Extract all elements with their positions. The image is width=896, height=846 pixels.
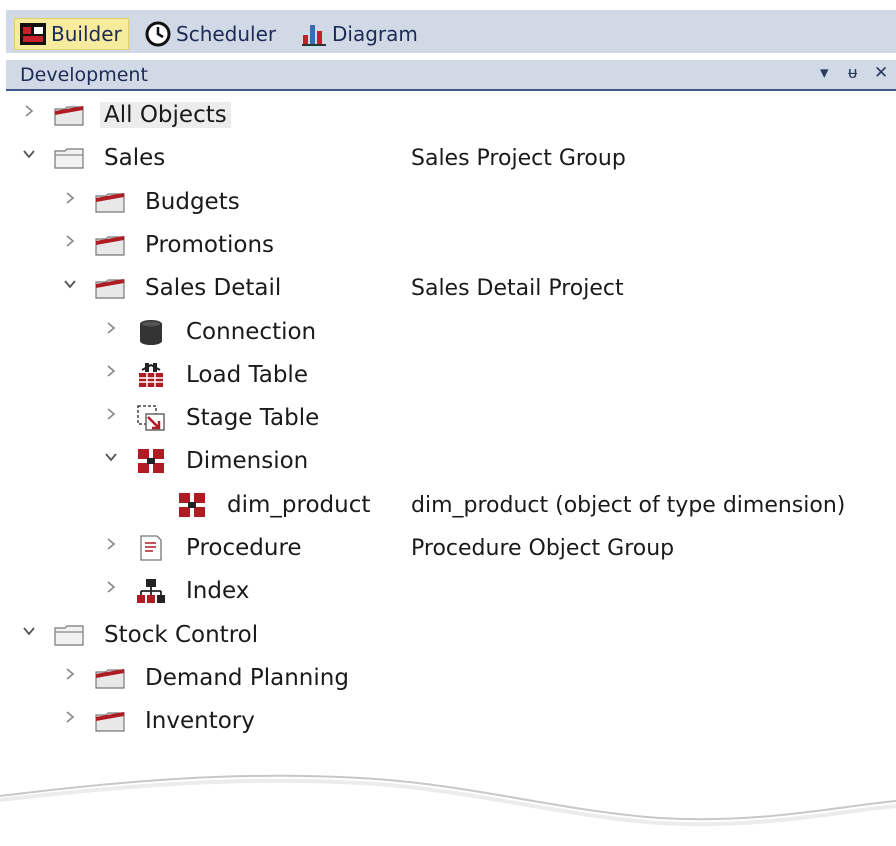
tree-row-inventory[interactable]: Inventory [6,701,896,741]
pin-icon[interactable]: ᵾ [848,63,857,83]
red-folder-icon [94,231,126,259]
chevron-right-icon[interactable] [22,104,36,118]
chevron-down-icon[interactable] [63,277,77,291]
load-table-icon [135,361,167,389]
red-folder-icon [94,664,126,692]
chevron-down-icon[interactable] [104,450,118,464]
chevron-down-icon[interactable] [22,624,36,638]
tree-item-label: Inventory [145,708,255,735]
chevron-right-icon[interactable] [63,191,77,205]
tree-item-label: Stock Control [104,621,259,648]
chevron-right-icon[interactable] [63,234,77,248]
tree-item-label: Index [186,578,250,605]
red-folder-icon [94,274,126,302]
tree-row-load-table[interactable]: Load Table [6,355,896,395]
tree-row-stage-table[interactable]: Stage Table [6,398,896,438]
tree-item-label: Dimension [186,448,309,475]
chevron-down-icon[interactable] [22,147,36,161]
tree-item-label: Budgets [145,188,240,215]
chevron-right-icon[interactable] [63,710,77,724]
procedure-icon [135,534,167,562]
tab-diagram[interactable]: Diagram [300,18,418,50]
chevron-right-icon[interactable] [104,321,118,335]
bar-chart-icon [300,21,328,47]
red-folder-icon [94,707,126,735]
tree-item-label: All Objects [100,102,231,128]
tree-row-demand-planning[interactable]: Demand Planning [6,658,896,698]
database-icon [135,318,167,346]
tab-label: Builder [51,22,122,46]
tree-item-description: Procedure Object Group [411,536,675,561]
tree-row-stock-control[interactable]: Stock Control [6,615,896,655]
tree-item-label: Connection [186,318,317,345]
chevron-right-icon[interactable] [104,364,118,378]
tree-row-dim-product[interactable]: dim_product dim_product (object of type d… [6,485,896,525]
chevron-right-icon[interactable] [104,537,118,551]
tree-item-description: dim_product (object of type dimension) [411,492,846,518]
tree-item-description: Sales Detail Project [411,276,624,302]
chevron-right-icon[interactable] [104,407,118,421]
tree-row-connection[interactable]: Connection [6,312,896,352]
tree-item-label: Load Table [186,361,308,388]
clock-icon [144,21,172,47]
object-tree: All Objects Sales Sales Project Group Budge… [6,92,896,792]
dimension-icon [176,491,208,519]
panel-header: Development ▾ ᵾ ✕ [6,60,896,91]
tree-item-label: Sales Detail [145,275,282,302]
tree-row-sales-detail[interactable]: Sales Detail Sales Detail Project [6,268,896,308]
tree-row-dimension[interactable]: Dimension [6,441,896,481]
stage-table-icon [135,404,167,432]
close-icon[interactable]: ✕ [874,63,888,83]
tree-row-budgets[interactable]: Budgets [6,182,896,222]
tree-row-sales[interactable]: Sales Sales Project Group [6,138,896,178]
tab-label: Scheduler [176,22,277,46]
tree-item-label: Stage Table [186,405,320,432]
red-folder-icon [94,188,126,216]
builder-icon [19,21,47,47]
tab-bar: Builder Scheduler Diagram [6,10,896,53]
tree-item-description: Sales Project Group [411,146,626,172]
tree-item-label: Demand Planning [145,664,349,691]
torn-edge [0,774,896,846]
dimension-icon [135,447,167,475]
tree-item-label: dim_product [227,491,371,518]
tree-item-label: Promotions [145,231,275,258]
tab-scheduler[interactable]: Scheduler [144,18,276,50]
panel-title: Development [20,64,148,86]
chevron-right-icon[interactable] [63,667,77,681]
tree-row-index[interactable]: Index [6,571,896,611]
tab-strip: Builder Scheduler Diagram [0,0,896,53]
chevron-right-icon[interactable] [104,580,118,594]
grey-folder-icon [53,621,85,649]
tab-builder[interactable]: Builder [14,18,129,50]
tree-item-label: Sales [104,145,166,172]
panel-menu-dropdown-icon[interactable]: ▾ [820,63,829,83]
tree-row-procedure[interactable]: Procedure Procedure Object Group [6,528,896,568]
tree-row-promotions[interactable]: Promotions [6,225,896,265]
tree-item-label: Procedure [186,535,302,561]
index-icon [135,577,167,605]
tree-row-all-objects[interactable]: All Objects [6,95,896,135]
tab-label: Diagram [332,22,418,46]
grey-folder-icon [53,144,85,172]
red-folder-icon [53,101,85,129]
